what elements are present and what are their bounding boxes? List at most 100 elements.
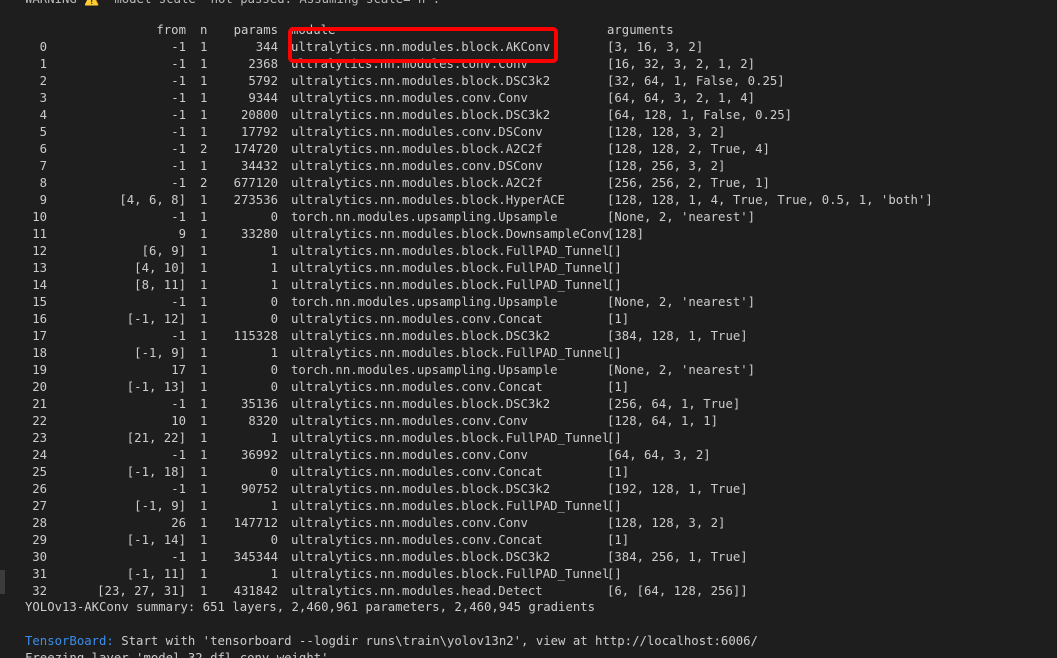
cell-params: 1 — [270, 431, 278, 445]
cell-arguments: [128, 256, 3, 2] — [607, 159, 726, 173]
cell-index: 5 — [39, 125, 47, 139]
cell-params: 17792 — [240, 125, 278, 139]
cell-module: ultralytics.nn.modules.block.HyperACE — [291, 193, 565, 207]
cell-n: 1 — [200, 584, 208, 598]
cell-n: 1 — [200, 482, 208, 496]
cell-from: [4, 6, 8] — [119, 193, 186, 207]
cell-arguments: [] — [607, 346, 622, 360]
cell-params: 34432 — [240, 159, 278, 173]
cell-n: 1 — [200, 57, 208, 71]
cell-index: 18 — [32, 346, 47, 360]
cell-index: 30 — [32, 550, 47, 564]
cell-n: 1 — [200, 414, 208, 428]
cell-params: 345344 — [233, 550, 278, 564]
table-row: 7 -1 1 34432 ultralytics.nn.modules.conv.DSC… — [0, 158, 1057, 175]
cell-arguments: [128] — [607, 227, 645, 241]
cell-from: [-1, 9] — [134, 499, 186, 513]
cell-n: 1 — [200, 193, 208, 207]
header-n: n — [200, 23, 208, 37]
cell-n: 1 — [200, 448, 208, 462]
cell-arguments: [128, 128, 1, 4, True, True, 0.5, 1, 'bo… — [607, 193, 933, 207]
cell-index: 6 — [39, 142, 47, 156]
cell-from: [23, 27, 31] — [97, 584, 186, 598]
cell-index: 17 — [32, 329, 47, 343]
table-row: 16 [-1, 12] 1 0 ultralytics.nn.modules.conv.… — [0, 311, 1057, 328]
cell-from: [21, 22] — [126, 431, 186, 445]
cell-n: 1 — [200, 431, 208, 445]
cell-n: 1 — [200, 227, 208, 241]
cell-module: ultralytics.nn.modules.conv.Concat — [291, 533, 543, 547]
cell-module: ultralytics.nn.modules.conv.Conv — [291, 516, 528, 530]
cell-params: 1 — [270, 261, 278, 275]
cell-from: [6, 9] — [141, 244, 186, 258]
cell-from: [-1, 11] — [126, 567, 186, 581]
table-row: 4 -1 1 20800 ultralytics.nn.modules.block.DS… — [0, 107, 1057, 124]
top-clipped-line: WARNING ⚠️ 'model scale' not passed. Ass… — [0, 0, 1057, 8]
cell-module: ultralytics.nn.modules.block.FullPAD_Tun… — [291, 567, 610, 581]
bottom-clipped-text: Freezing layer 'model.32.dfl.conv.weight… — [25, 651, 329, 658]
cell-arguments: [3, 16, 3, 2] — [607, 40, 704, 54]
cell-from: [4, 10] — [134, 261, 186, 275]
cell-arguments: [] — [607, 567, 622, 581]
cell-n: 1 — [200, 329, 208, 343]
table-row: 25 [-1, 18] 1 0 ultralytics.nn.modules.conv.… — [0, 464, 1057, 481]
cell-from: -1 — [171, 550, 186, 564]
cell-n: 1 — [200, 346, 208, 360]
cell-arguments: [None, 2, 'nearest'] — [607, 363, 756, 377]
cell-n: 1 — [200, 550, 208, 564]
cell-arguments: [128, 128, 2, True, 4] — [607, 142, 770, 156]
cell-module: ultralytics.nn.modules.block.FullPAD_Tun… — [291, 261, 610, 275]
cell-params: 1 — [270, 499, 278, 513]
cell-module: ultralytics.nn.modules.block.A2C2f — [291, 142, 543, 156]
table-row: 18 [-1, 9] 1 1 ultralytics.nn.modules.block.… — [0, 345, 1057, 362]
cell-arguments: [None, 2, 'nearest'] — [607, 295, 756, 309]
table-row: 21 -1 1 35136 ultralytics.nn.modules.block.D… — [0, 396, 1057, 413]
cell-from: -1 — [171, 57, 186, 71]
cell-from: -1 — [171, 329, 186, 343]
cell-index: 4 — [39, 108, 47, 122]
scrollbar-marker[interactable] — [0, 570, 5, 594]
cell-module: ultralytics.nn.modules.block.FullPAD_Tun… — [291, 499, 610, 513]
cell-module: ultralytics.nn.modules.block.DSC3k2 — [291, 397, 551, 411]
cell-params: 1 — [270, 346, 278, 360]
cell-params: 0 — [270, 363, 278, 377]
table-row: 20 [-1, 13] 1 0 ultralytics.nn.modules.conv.… — [0, 379, 1057, 396]
cell-params: 0 — [270, 533, 278, 547]
cell-params: 20800 — [240, 108, 278, 122]
terminal-output[interactable]: WARNING ⚠️ 'model scale' not passed. Ass… — [0, 0, 1057, 658]
cell-params: 1 — [270, 244, 278, 258]
cell-n: 1 — [200, 244, 208, 258]
cell-from: 26 — [171, 516, 186, 530]
cell-module: ultralytics.nn.modules.block.FullPAD_Tun… — [291, 278, 610, 292]
cell-module: ultralytics.nn.modules.block.DSC3k2 — [291, 329, 551, 343]
cell-params: 174720 — [233, 142, 278, 156]
cell-module: ultralytics.nn.modules.block.A2C2f — [291, 176, 543, 190]
cell-index: 20 — [32, 380, 47, 394]
cell-index: 27 — [32, 499, 47, 513]
cell-n: 1 — [200, 567, 208, 581]
cell-n: 1 — [200, 312, 208, 326]
cell-arguments: [64, 64, 3, 2, 1, 4] — [607, 91, 756, 105]
cell-module: ultralytics.nn.modules.block.FullPAD_Tun… — [291, 244, 610, 258]
table-row: 6 -1 2 174720 ultralytics.nn.modules.block.A… — [0, 141, 1057, 158]
table-row: 11 9 1 33280 ultralytics.nn.modules.block.Do… — [0, 226, 1057, 243]
cell-module: torch.nn.modules.upsampling.Upsample — [291, 210, 558, 224]
table-row: 15 -1 1 0 torch.nn.modules.upsampling.Upsamp… — [0, 294, 1057, 311]
table-row: 29 [-1, 14] 1 0 ultralytics.nn.modules.conv.… — [0, 532, 1057, 549]
cell-index: 11 — [32, 227, 47, 241]
cell-module: torch.nn.modules.upsampling.Upsample — [291, 295, 558, 309]
table-row: 28 26 1 147712 ultralytics.nn.modules.conv.C… — [0, 515, 1057, 532]
cell-index: 10 — [32, 210, 47, 224]
cell-from: -1 — [171, 482, 186, 496]
cell-params: 1 — [270, 567, 278, 581]
cell-params: 0 — [270, 380, 278, 394]
table-row: 19 17 1 0 torch.nn.modules.upsampling.Upsamp… — [0, 362, 1057, 379]
cell-arguments: [6, [64, 128, 256]] — [607, 584, 748, 598]
header-arguments: arguments — [607, 23, 674, 37]
cell-module: ultralytics.nn.modules.conv.Conv — [291, 57, 528, 71]
header-module: module — [291, 23, 336, 37]
header-from: from — [156, 23, 186, 37]
tensorboard-message: Start with 'tensorboard --logdir runs\tr… — [113, 634, 758, 648]
cell-n: 1 — [200, 108, 208, 122]
cell-module: ultralytics.nn.modules.block.DSC3k2 — [291, 108, 551, 122]
